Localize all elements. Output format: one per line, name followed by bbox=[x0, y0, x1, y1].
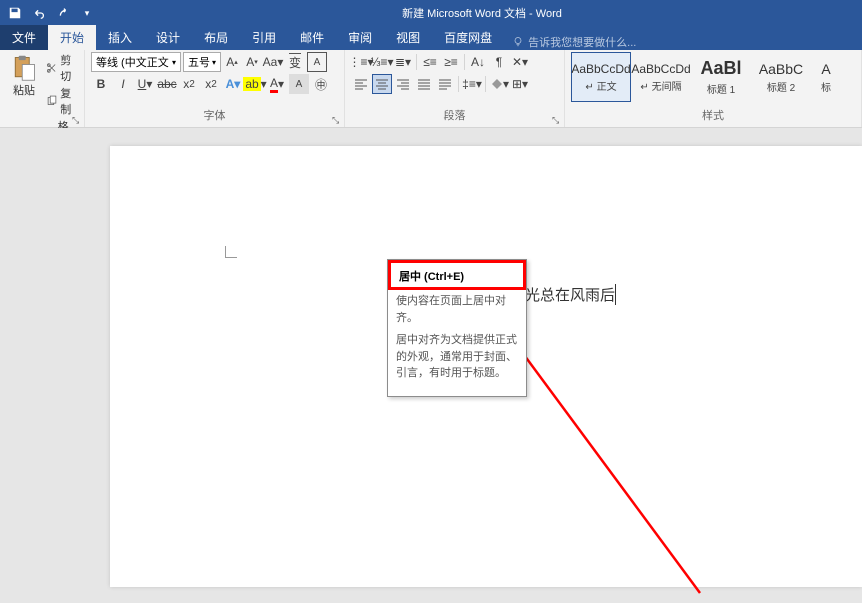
change-case-button[interactable]: Aa▾ bbox=[263, 52, 283, 72]
style-normal[interactable]: AaBbCcDd↵ 正文 bbox=[571, 52, 631, 102]
redo-button[interactable] bbox=[52, 2, 74, 24]
subscript-button[interactable]: x2 bbox=[179, 74, 199, 94]
qat-customize-icon[interactable]: ▾ bbox=[76, 2, 98, 24]
show-marks-button[interactable]: ¶ bbox=[489, 52, 509, 72]
tooltip-line1: 使内容在页面上居中对齐。 bbox=[396, 293, 518, 326]
quick-access-toolbar: ▾ bbox=[0, 2, 102, 24]
copy-icon bbox=[46, 94, 57, 108]
style-heading2[interactable]: AaBbC标题 2 bbox=[751, 52, 811, 102]
enclose-char-button[interactable]: ㊥ bbox=[311, 74, 331, 94]
copy-button[interactable]: 复制 bbox=[46, 85, 78, 117]
tab-home[interactable]: 开始 bbox=[48, 25, 96, 50]
style-heading1[interactable]: AaBl标题 1 bbox=[691, 52, 751, 102]
distribute-icon bbox=[438, 77, 452, 91]
numbering-button[interactable]: ⅓≡▾ bbox=[372, 52, 392, 72]
clipboard-expand-icon[interactable]: ⤡ bbox=[72, 115, 82, 125]
title-bar: ▾ 新建 Microsoft Word 文档 - Word bbox=[0, 0, 862, 26]
grow-font-button[interactable]: A▴ bbox=[223, 52, 241, 72]
tooltip-title: 居中 (Ctrl+E) bbox=[388, 260, 526, 290]
underline-button[interactable]: U▾ bbox=[135, 74, 155, 94]
justify-button[interactable] bbox=[414, 74, 434, 94]
font-color-button[interactable]: A▾ bbox=[267, 74, 287, 94]
superscript-button[interactable]: x2 bbox=[201, 74, 221, 94]
align-center-button[interactable] bbox=[372, 74, 392, 94]
chevron-down-icon: ▾ bbox=[172, 58, 176, 67]
font-label: 字体 bbox=[91, 105, 338, 125]
tooltip-line2: 居中对齐为文档提供正式的外观，通常用于封面、引言，有时用于标题。 bbox=[396, 332, 518, 382]
tell-me-placeholder: 告诉我您想要做什么... bbox=[528, 34, 636, 50]
save-button[interactable] bbox=[4, 2, 26, 24]
tell-me-search[interactable]: 告诉我您想要做什么... bbox=[512, 34, 636, 50]
tab-layout[interactable]: 布局 bbox=[192, 25, 240, 50]
tab-mailings[interactable]: 邮件 bbox=[288, 25, 336, 50]
align-right-button[interactable] bbox=[393, 74, 413, 94]
tooltip-body: 使内容在页面上居中对齐。 居中对齐为文档提供正式的外观，通常用于封面、引言，有时… bbox=[388, 290, 526, 396]
group-paragraph: ⋮≡▾ ⅓≡▾ ≣▾ ≤≡ ≥≡ A↓ ¶ ✕▾ ‡≡▾ ▾ ⊞▾ 段落 ⤡ bbox=[345, 50, 565, 127]
ribbon: 粘贴 剪切 复制 格式刷 剪贴板 ⤡ 等线 (中文正文▾ 五号▾ A▴ A▾ A… bbox=[0, 50, 862, 128]
char-border-button[interactable]: A bbox=[307, 52, 327, 72]
window-title: 新建 Microsoft Word 文档 - Word bbox=[102, 5, 862, 21]
font-expand-icon[interactable]: ⤡ bbox=[332, 115, 342, 125]
style-nospacing[interactable]: AaBbCcDd↵ 无间隔 bbox=[631, 52, 691, 102]
tab-review[interactable]: 审阅 bbox=[336, 25, 384, 50]
margin-indicator bbox=[225, 246, 237, 258]
tab-insert[interactable]: 插入 bbox=[96, 25, 144, 50]
paint-bucket-icon bbox=[489, 77, 503, 91]
tab-references[interactable]: 引用 bbox=[240, 25, 288, 50]
line-spacing-button[interactable]: ‡≡▾ bbox=[462, 74, 482, 94]
phonetic-guide-button[interactable]: 变 bbox=[285, 52, 305, 72]
align-right-icon bbox=[396, 77, 410, 91]
justify-icon bbox=[417, 77, 431, 91]
tab-view[interactable]: 视图 bbox=[384, 25, 432, 50]
paste-label: 粘贴 bbox=[13, 82, 35, 98]
undo-button[interactable] bbox=[28, 2, 50, 24]
borders-button[interactable]: ⊞▾ bbox=[510, 74, 530, 94]
bullets-button[interactable]: ⋮≡▾ bbox=[351, 52, 371, 72]
font-name-combo[interactable]: 等线 (中文正文▾ bbox=[91, 52, 181, 72]
align-left-button[interactable] bbox=[351, 74, 371, 94]
distribute-button[interactable] bbox=[435, 74, 455, 94]
decrease-indent-button[interactable]: ≤≡ bbox=[420, 52, 440, 72]
italic-button[interactable]: I bbox=[113, 74, 133, 94]
text-effects-button[interactable]: A▾ bbox=[223, 74, 243, 94]
cut-button[interactable]: 剪切 bbox=[46, 52, 78, 84]
tab-file[interactable]: 文件 bbox=[0, 25, 48, 50]
lightbulb-icon bbox=[512, 36, 524, 48]
align-center-icon bbox=[375, 77, 389, 91]
styles-label: 样式 bbox=[571, 105, 855, 125]
paragraph-expand-icon[interactable]: ⤡ bbox=[552, 115, 562, 125]
bold-button[interactable]: B bbox=[91, 74, 111, 94]
styles-gallery[interactable]: AaBbCcDd↵ 正文 AaBbCcDd↵ 无间隔 AaBl标题 1 AaBb… bbox=[571, 52, 855, 102]
paste-icon bbox=[10, 54, 38, 82]
ribbon-tabs: 文件 开始 插入 设计 布局 引用 邮件 审阅 视图 百度网盘 告诉我您想要做什… bbox=[0, 26, 862, 50]
multilevel-button[interactable]: ≣▾ bbox=[393, 52, 413, 72]
group-styles: AaBbCcDd↵ 正文 AaBbCcDd↵ 无间隔 AaBl标题 1 AaBb… bbox=[565, 50, 862, 127]
shrink-font-button[interactable]: A▾ bbox=[243, 52, 261, 72]
shading-button[interactable]: ▾ bbox=[489, 74, 509, 94]
align-left-icon bbox=[354, 77, 368, 91]
sort-button[interactable]: A↓ bbox=[468, 52, 488, 72]
char-shading-button[interactable]: A bbox=[289, 74, 309, 94]
asian-layout-button[interactable]: ✕▾ bbox=[510, 52, 530, 72]
scissors-icon bbox=[46, 61, 57, 75]
group-font: 等线 (中文正文▾ 五号▾ A▴ A▾ Aa▾ 变 A B I U▾ abc x… bbox=[85, 50, 345, 127]
style-heading3[interactable]: A标 bbox=[811, 52, 841, 102]
tooltip-center: 居中 (Ctrl+E) 使内容在页面上居中对齐。 居中对齐为文档提供正式的外观，… bbox=[387, 259, 527, 397]
strikethrough-button[interactable]: abc bbox=[157, 74, 177, 94]
paragraph-label: 段落 bbox=[351, 105, 558, 125]
tab-baidu[interactable]: 百度网盘 bbox=[432, 25, 504, 50]
document-area: 阳光总在风雨后 居中 (Ctrl+E) 使内容在页面上居中对齐。 居中对齐为文档… bbox=[0, 128, 862, 587]
group-clipboard: 粘贴 剪切 复制 格式刷 剪贴板 ⤡ bbox=[0, 50, 85, 127]
tab-design[interactable]: 设计 bbox=[144, 25, 192, 50]
chevron-down-icon: ▾ bbox=[212, 58, 216, 67]
highlight-button[interactable]: ab▾ bbox=[245, 74, 265, 94]
increase-indent-button[interactable]: ≥≡ bbox=[441, 52, 461, 72]
font-size-combo[interactable]: 五号▾ bbox=[183, 52, 221, 72]
